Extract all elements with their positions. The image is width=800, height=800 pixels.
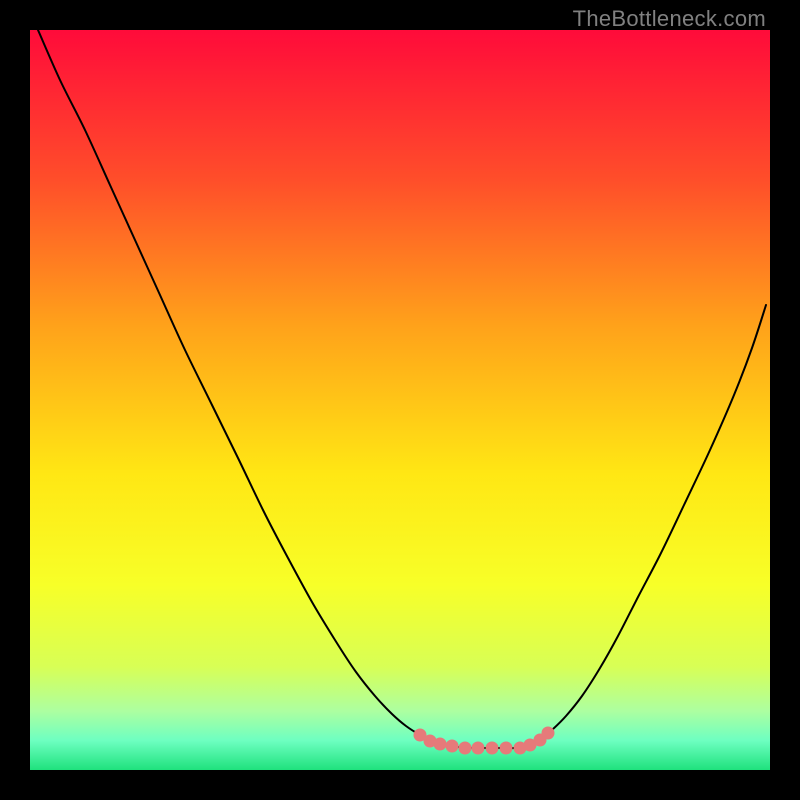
plot-area <box>30 30 770 770</box>
bottleneck-curve <box>38 30 766 748</box>
optimal-marker <box>500 742 513 755</box>
optimal-marker <box>459 742 472 755</box>
optimal-marker <box>446 740 459 753</box>
optimal-markers <box>414 727 555 755</box>
curve-layer <box>30 30 770 770</box>
optimal-marker <box>486 742 499 755</box>
chart-container: TheBottleneck.com <box>0 0 800 800</box>
watermark-text: TheBottleneck.com <box>573 6 766 32</box>
optimal-marker <box>434 738 447 751</box>
optimal-marker <box>472 742 485 755</box>
optimal-marker <box>542 727 555 740</box>
